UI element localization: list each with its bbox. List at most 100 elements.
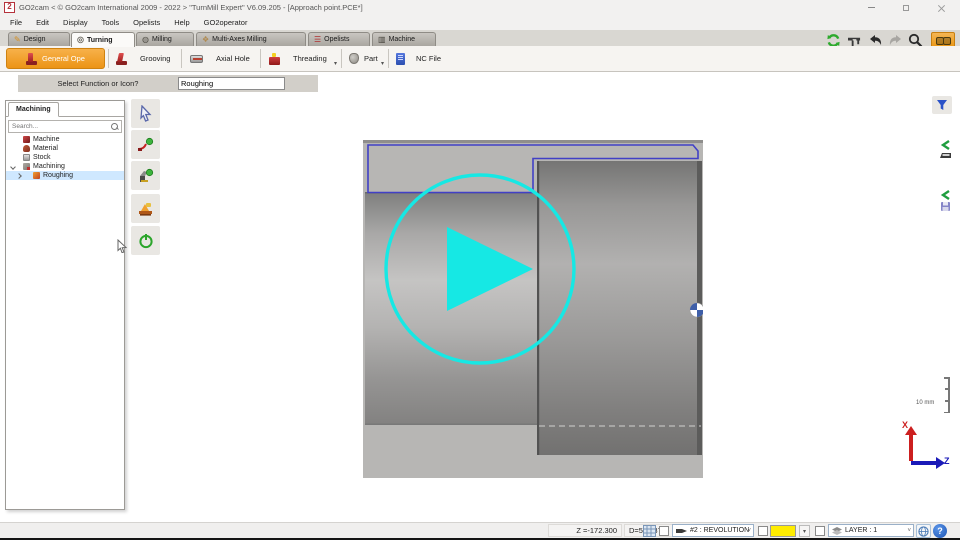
help-button[interactable]: [933, 524, 947, 538]
panel-tab-strip: Machining: [6, 101, 124, 117]
minimize-button[interactable]: [858, 0, 884, 15]
search-input[interactable]: [9, 123, 110, 130]
maximize-button[interactable]: [893, 0, 919, 15]
part-dropdown-arrow[interactable]: ▾: [381, 60, 384, 67]
menu-display[interactable]: Display: [63, 18, 88, 27]
power-icon: [138, 233, 154, 249]
collapse-group-2[interactable]: [938, 190, 952, 212]
grid-toggle-button[interactable]: [643, 525, 656, 539]
spindle-checkbox[interactable]: [659, 526, 669, 536]
tool-green-icon: [137, 168, 154, 184]
multi-axes-milling-icon: ❖: [202, 36, 209, 44]
tree-item-stock[interactable]: Stock: [6, 153, 124, 162]
part-icon: [349, 53, 359, 64]
collapse-group-1[interactable]: [938, 140, 952, 162]
prompt-bar: Select Function or Icon?: [18, 75, 318, 92]
active-color-swatch[interactable]: [770, 525, 796, 537]
select-mode-button[interactable]: [131, 99, 160, 128]
spindle-combo[interactable]: #2 : REVOLUTION ˅: [672, 524, 754, 537]
tree-item-machine[interactable]: Machine: [6, 135, 124, 144]
function-input[interactable]: [178, 77, 285, 90]
glasses-icon: [936, 37, 951, 44]
go2cam-window: 2 GO2cam < © GO2cam International 2009 -…: [0, 0, 960, 540]
tree-item-roughing[interactable]: Roughing: [6, 171, 124, 180]
menu-edit[interactable]: Edit: [36, 18, 49, 27]
caliper-icon: [847, 34, 862, 47]
nc-file-button[interactable]: NC File: [392, 48, 445, 69]
grooving-button[interactable]: Grooving: [112, 48, 174, 69]
window-title: GO2cam < © GO2cam International 2009 - 2…: [19, 3, 363, 12]
roughing-node-icon: [33, 172, 40, 179]
tree-item-material[interactable]: Material: [6, 144, 124, 153]
color-dropdown-arrow[interactable]: ▾: [799, 525, 810, 537]
tab-multi-axes-milling[interactable]: ❖ Multi-Axes Milling: [196, 32, 306, 46]
layer-checkbox[interactable]: [815, 526, 825, 536]
tree-item-machining[interactable]: Machining: [6, 162, 124, 171]
axis-z-arrow: [911, 461, 937, 465]
tool-holder-icon: [137, 201, 155, 217]
panel-tab-machining[interactable]: Machining: [8, 102, 59, 117]
mouse-cursor: [117, 239, 129, 253]
expand-chevron-icon[interactable]: [10, 164, 16, 170]
statusbar: Z =-172.300 D=59.187 #2 : REVOLUTION ˅ ▾…: [0, 522, 960, 538]
axis-x-arrow: [909, 434, 913, 461]
approach-curve-icon: [137, 137, 154, 153]
menu-go2operator[interactable]: GO2operator: [204, 18, 248, 27]
globe-icon: [918, 526, 929, 537]
machine-node-icon: [23, 136, 30, 143]
tool-holder-button[interactable]: [131, 194, 160, 223]
menu-tools[interactable]: Tools: [102, 18, 120, 27]
filter-button[interactable]: [932, 96, 952, 114]
scale-label: 10 mm: [916, 400, 934, 406]
menu-help[interactable]: Help: [174, 18, 189, 27]
machining-node-icon: [23, 163, 30, 170]
general-ope-button[interactable]: General Ope: [6, 48, 105, 69]
general-ope-tool-icon: [26, 53, 37, 65]
nc-file-icon: [396, 53, 405, 65]
tab-opelists[interactable]: ☰ Opelists: [308, 32, 370, 46]
threading-tool-icon: [269, 53, 280, 65]
machining-panel: Machining Machine Material Stock Machini: [5, 100, 125, 510]
stock-node-icon: [23, 154, 30, 161]
spindle-tool-icon: [676, 527, 687, 535]
z-coordinate-readout: Z =-172.300: [548, 524, 622, 537]
undo-icon: [867, 34, 883, 47]
titlebar: 2 GO2cam < © GO2cam International 2009 -…: [0, 0, 960, 15]
cursor-arrow-icon: [138, 105, 154, 122]
tab-machine[interactable]: ▥ Machine: [372, 32, 436, 46]
tool-check-button[interactable]: [131, 161, 160, 190]
close-icon: [938, 4, 945, 11]
color-checkbox[interactable]: [758, 526, 768, 536]
collapse-chevron-icon[interactable]: [16, 173, 22, 179]
approach-point-button[interactable]: [131, 130, 160, 159]
tab-design[interactable]: ✎ Design: [8, 32, 70, 46]
close-button[interactable]: [928, 0, 954, 15]
filter-funnel-icon: [936, 99, 948, 111]
tab-turning[interactable]: ◎ Turning: [71, 32, 135, 47]
app-logo-icon: 2: [4, 2, 15, 13]
layer-combo[interactable]: LAYER : 1 ˅: [828, 524, 914, 537]
viewport-3d-model[interactable]: [363, 140, 703, 478]
part-button[interactable]: Part: [345, 48, 382, 69]
machining-tree: Machine Material Stock Machining Roughin…: [6, 135, 124, 180]
view-globe-button[interactable]: [916, 524, 931, 538]
prompt-label: Select Function or Icon?: [18, 79, 178, 88]
scale-bar: [948, 377, 950, 413]
menu-file[interactable]: File: [10, 18, 22, 27]
redo-icon: [888, 34, 904, 47]
tree-search[interactable]: [8, 120, 122, 133]
threading-button[interactable]: Threading: [265, 48, 331, 69]
grooving-tool-icon: [116, 53, 127, 65]
search-icon: [110, 122, 119, 131]
design-pencil-icon: ✎: [14, 36, 21, 44]
simulation-start-button[interactable]: [131, 226, 160, 255]
material-node-icon: [23, 145, 30, 152]
opelists-document-icon: ☰: [314, 36, 321, 44]
tab-milling[interactable]: ◍ Milling: [136, 32, 194, 46]
threading-dropdown-arrow[interactable]: ▾: [334, 60, 337, 67]
axis-z-label: Z: [944, 456, 950, 466]
menu-opelists[interactable]: Opelists: [133, 18, 160, 27]
grid-icon: [643, 525, 656, 537]
axial-hole-button[interactable]: Axial Hole: [186, 48, 254, 69]
chevron-left-icon: [940, 190, 951, 200]
